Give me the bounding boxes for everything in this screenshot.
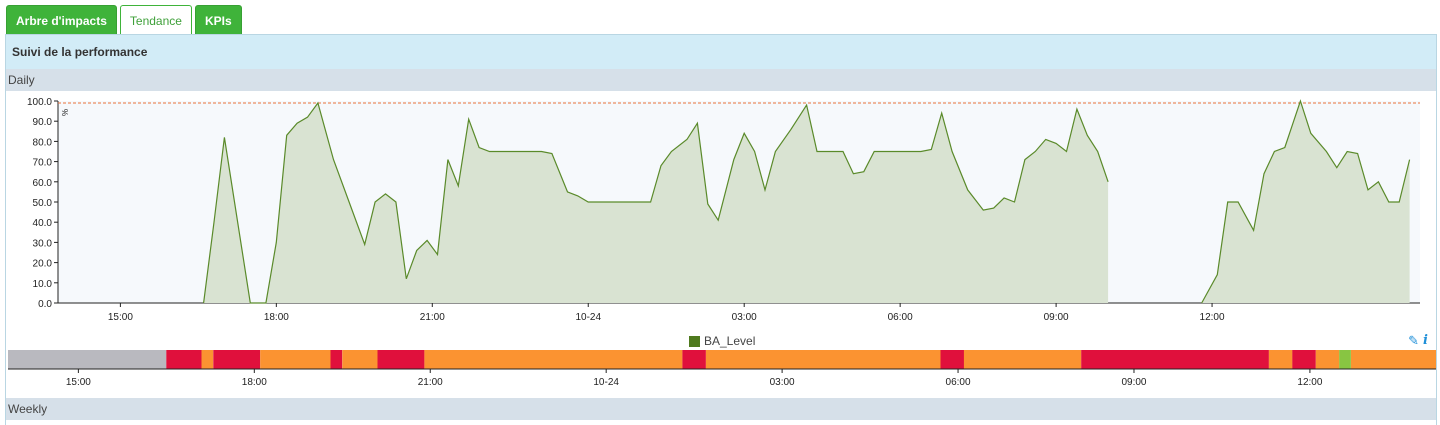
tab-trend[interactable]: Tendance — [119, 5, 192, 35]
y-tick-label: 60.0 — [33, 178, 53, 189]
y-tick-label: 100.0 — [27, 97, 52, 108]
status-segment-critical — [1081, 350, 1269, 369]
status-segment-warning — [1351, 350, 1436, 369]
y-tick-label: 80.0 — [33, 137, 53, 148]
daily-chart-area: 0.0 10.0 20.0 30.0 40.0 50.0 60.0 70.0 80.0 90.0 1… — [6, 91, 1436, 398]
y-tick-label: 90.0 — [33, 117, 53, 128]
x-tick-label: 12:00 — [1200, 312, 1225, 323]
status-segment-critical — [330, 350, 343, 369]
info-icon[interactable]: i — [1423, 334, 1428, 348]
status-segment-warning — [705, 350, 941, 369]
chart-legend[interactable]: BA_Level — [689, 334, 755, 348]
status-segment-warning — [201, 350, 214, 369]
x-tick-label: 21:00 — [420, 312, 445, 323]
y-tick-label: 30.0 — [33, 238, 53, 249]
x-tick-label: 10-24 — [575, 312, 601, 323]
x-tick-label: 18:00 — [264, 312, 289, 323]
status-segment-critical — [377, 350, 425, 369]
daily-section-header[interactable]: Daily — [6, 69, 1436, 91]
panel-title: Suivi de la performance — [6, 35, 1436, 69]
status-segment-warning — [260, 350, 331, 369]
tab-kpis[interactable]: KPIs — [194, 5, 242, 35]
status-segment-critical — [682, 350, 706, 369]
y-tick-label: 70.0 — [33, 158, 53, 169]
pencil-icon[interactable]: ✎ — [1408, 334, 1419, 348]
legend-swatch — [689, 335, 700, 347]
performance-panel: Suivi de la performance Daily 0.0 10.0 20.… — [5, 34, 1437, 425]
status-segment-warning — [963, 350, 1082, 369]
status-segment-critical — [213, 350, 261, 369]
status-segment-warning — [424, 350, 683, 369]
tab-impact-tree[interactable]: Arbre d'impacts — [6, 5, 117, 35]
status-tick-label: 12:00 — [1297, 377, 1322, 388]
legend-label: BA_Level — [704, 334, 756, 348]
status-segment-warning — [1315, 350, 1340, 369]
status-tick-label: 03:00 — [770, 377, 795, 388]
status-tick-label: 10-24 — [593, 377, 619, 388]
y-tick-label: 20.0 — [33, 259, 53, 270]
status-tick-label: 21:00 — [418, 377, 443, 388]
weekly-section-header[interactable]: Weekly — [6, 398, 1436, 420]
chart-tools: ✎ i — [1408, 334, 1428, 348]
x-tick-label: 03:00 — [732, 312, 757, 323]
status-segment-unknown — [8, 350, 167, 369]
status-segment-critical — [940, 350, 964, 369]
tab-bar: Arbre d'impacts Tendance KPIs — [6, 5, 242, 35]
y-tick-label: 0.0 — [38, 299, 52, 310]
status-tick-label: 15:00 — [66, 377, 91, 388]
daily-chart: 0.0 10.0 20.0 30.0 40.0 50.0 60.0 70.0 80.0 90.0 1… — [8, 97, 1436, 388]
status-segment-warning — [342, 350, 378, 369]
y-axis-label: % — [60, 109, 69, 116]
x-tick-label: 06:00 — [888, 312, 913, 323]
x-tick-label: 09:00 — [1044, 312, 1069, 323]
x-tick-label: 15:00 — [108, 312, 133, 323]
status-tick-label: 09:00 — [1121, 377, 1146, 388]
y-tick-label: 50.0 — [33, 198, 53, 209]
y-tick-label: 40.0 — [33, 218, 53, 229]
status-segment-critical — [166, 350, 202, 369]
status-segment-warning — [1268, 350, 1293, 369]
status-tick-label: 18:00 — [242, 377, 267, 388]
status-segment-ok — [1339, 350, 1351, 369]
status-tick-label: 06:00 — [946, 377, 971, 388]
y-tick-label: 10.0 — [33, 279, 53, 290]
status-segment-critical — [1292, 350, 1316, 369]
